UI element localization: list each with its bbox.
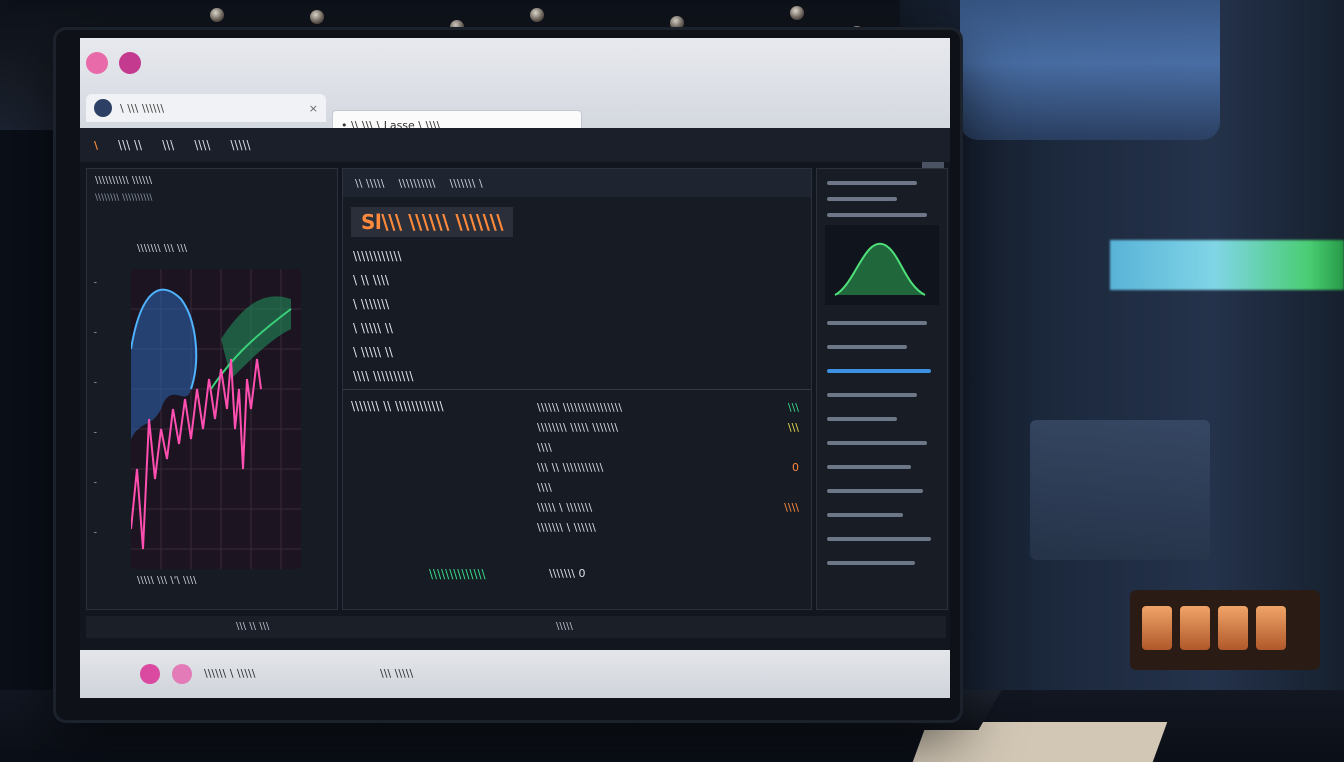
details-row: \\\\\\\ \ \\\\\\ — [537, 521, 799, 534]
side-panel-line — [827, 197, 897, 201]
side-panel-line — [827, 561, 915, 565]
status-text-right: \\\\\\\ 0 — [549, 567, 586, 580]
axis-marker: ⁃ — [93, 479, 98, 489]
side-panel-line — [827, 369, 931, 373]
status-text: \\\\\\\\\\\\\\ — [429, 567, 486, 581]
chart-panel-title: \\\\\\\\\\ \\\\\\ — [95, 175, 153, 186]
side-panel-line — [827, 321, 927, 325]
side-panel-line — [827, 181, 917, 185]
app-menu-bar: \ \\\ \\ \\\ \\\\ \\\\\ — [80, 128, 950, 162]
panel-status-bar: \\\ \\ \\\ \\\\\ — [86, 616, 946, 638]
mini-chart — [825, 225, 939, 305]
details-line: \\\\ \\\\\\\\\\ — [353, 369, 414, 383]
axis-marker: ⁃ — [93, 329, 98, 339]
app-brand: \ — [94, 138, 99, 152]
browser-toolbar: \ \\\ \\\\\\ × • \\ \\\ \ Lasse \ \\\\ — [80, 38, 950, 140]
row-label: \\\\ — [537, 441, 552, 454]
side-panel-line — [827, 489, 923, 493]
app-icon-magenta[interactable] — [119, 52, 142, 74]
details-line: \ \\ \\\\ — [353, 273, 389, 287]
details-row: \\\\\\\\ \\\\\ \\\\\\\ \\\ — [537, 421, 799, 434]
side-panel-line — [827, 465, 911, 469]
app-dots — [86, 52, 147, 78]
side-panel-line — [827, 213, 927, 217]
waveform-chart — [130, 269, 301, 569]
axis-marker: ⁃ — [93, 529, 98, 539]
details-line: \ \\\\\\\ — [353, 297, 390, 311]
side-panel-line — [827, 441, 927, 445]
axis-marker: ⁃ — [93, 429, 98, 439]
side-panel-line — [827, 537, 931, 541]
axis-marker: ⁃ — [93, 279, 98, 289]
axis-marker: ⁃ — [93, 379, 98, 389]
side-panel-line — [827, 417, 897, 421]
divider — [343, 389, 811, 390]
details-line: \ \\\\\ \\ — [353, 345, 393, 359]
side-panel — [816, 168, 948, 610]
details-row: \\\\ — [537, 441, 799, 454]
row-value: \\\ — [787, 421, 799, 434]
details-tab[interactable]: \\ \\\\\ — [355, 177, 384, 190]
menu-item[interactable]: \\\ — [162, 138, 174, 152]
details-panel: \\ \\\\\ \\\\\\\\\\ \\\\\\\ \ Sl\\\ \\\\… — [342, 168, 812, 610]
menu-item[interactable]: \\\\ — [194, 138, 210, 152]
taskbar-app-icon[interactable] — [172, 664, 192, 684]
taskbar-app-icon[interactable] — [140, 664, 160, 684]
row-value: 0 — [792, 461, 799, 474]
row-label: \\\\\\\ \ \\\\\\ — [537, 521, 596, 534]
details-row: \\\\\ \ \\\\\\\ \\\\ — [537, 501, 799, 514]
details-tab[interactable]: \\\\\\\ \ — [450, 177, 483, 190]
details-section-label: \\\\\\\ \\ \\\\\\\\\\\\ — [351, 399, 444, 413]
app-icon-pink[interactable] — [86, 52, 108, 74]
background-orange-panel — [1130, 590, 1320, 670]
browser-tab-label: \ \\\ \\\\\\ — [120, 101, 165, 115]
row-value: \\\\ — [784, 501, 799, 514]
details-row: \\\ \\ \\\\\\\\\\\ 0 — [537, 461, 799, 474]
taskbar-label: \\\\\\ \ \\\\\ — [204, 667, 256, 680]
chart-panel-subtitle: \\\\\\\\ \\\\\\\\\\ — [95, 193, 153, 203]
row-label: \\\\ — [537, 481, 552, 494]
menu-item[interactable]: \\\\\ — [230, 138, 250, 152]
row-label: \\\\\ \ \\\\\\\ — [537, 501, 593, 514]
details-heading: Sl\\\ \\\\\\ \\\\\\\ — [351, 207, 514, 237]
details-line: \\\\\\\\\\\\ — [353, 249, 402, 263]
taskbar: \\\\\\ \ \\\\\ \\\ \\\\\ — [80, 650, 950, 698]
monitor: \ \\\ \\\\\\ × • \\ \\\ \ Lasse \ \\\\ \… — [56, 30, 960, 720]
menu-item[interactable]: \\\ \\ — [118, 138, 142, 152]
background-shelf-box — [1030, 420, 1210, 560]
tab-close-icon[interactable]: × — [309, 102, 318, 115]
background-light-bar — [1110, 240, 1344, 290]
favicon-icon — [94, 99, 112, 117]
chart-footer: \\\\\ \\\ \'\ \\\\ — [137, 575, 197, 586]
status-bar-left: \\\ \\ \\\ — [236, 621, 270, 632]
status-bar-center: \\\\\ — [556, 621, 573, 632]
row-label: \\\ \\ \\\\\\\\\\\ — [537, 461, 604, 474]
side-panel-line — [827, 345, 907, 349]
details-row: \\\\ — [537, 481, 799, 494]
side-panel-line — [827, 513, 903, 517]
details-tabs: \\ \\\\\ \\\\\\\\\\ \\\\\\\ \ — [343, 169, 811, 197]
row-value: \\\ — [787, 401, 799, 414]
taskbar-center-label: \\\ \\\\\ — [380, 667, 414, 680]
row-label: \\\\\\\\ \\\\\ \\\\\\\ — [537, 421, 619, 434]
side-panel-line — [827, 393, 917, 397]
chart-legend: \\\\\\\ \\\ \\\ — [137, 243, 188, 254]
screen: \ \\\ \\\\\\ × • \\ \\\ \ Lasse \ \\\\ \… — [80, 38, 950, 698]
browser-tab[interactable]: \ \\\ \\\\\\ × — [86, 94, 326, 122]
background-machine — [960, 0, 1220, 140]
details-tab[interactable]: \\\\\\\\\\ — [398, 177, 435, 190]
details-line: \ \\\\\ \\ — [353, 321, 393, 335]
chart-panel: \\\\\\\\\\ \\\\\\ \\\\\\\\ \\\\\\\\\\ \\… — [86, 168, 338, 610]
details-row: \\\\\\ \\\\\\\\\\\\\\\\ \\\ — [537, 401, 799, 414]
row-label: \\\\\\ \\\\\\\\\\\\\\\\ — [537, 401, 623, 414]
